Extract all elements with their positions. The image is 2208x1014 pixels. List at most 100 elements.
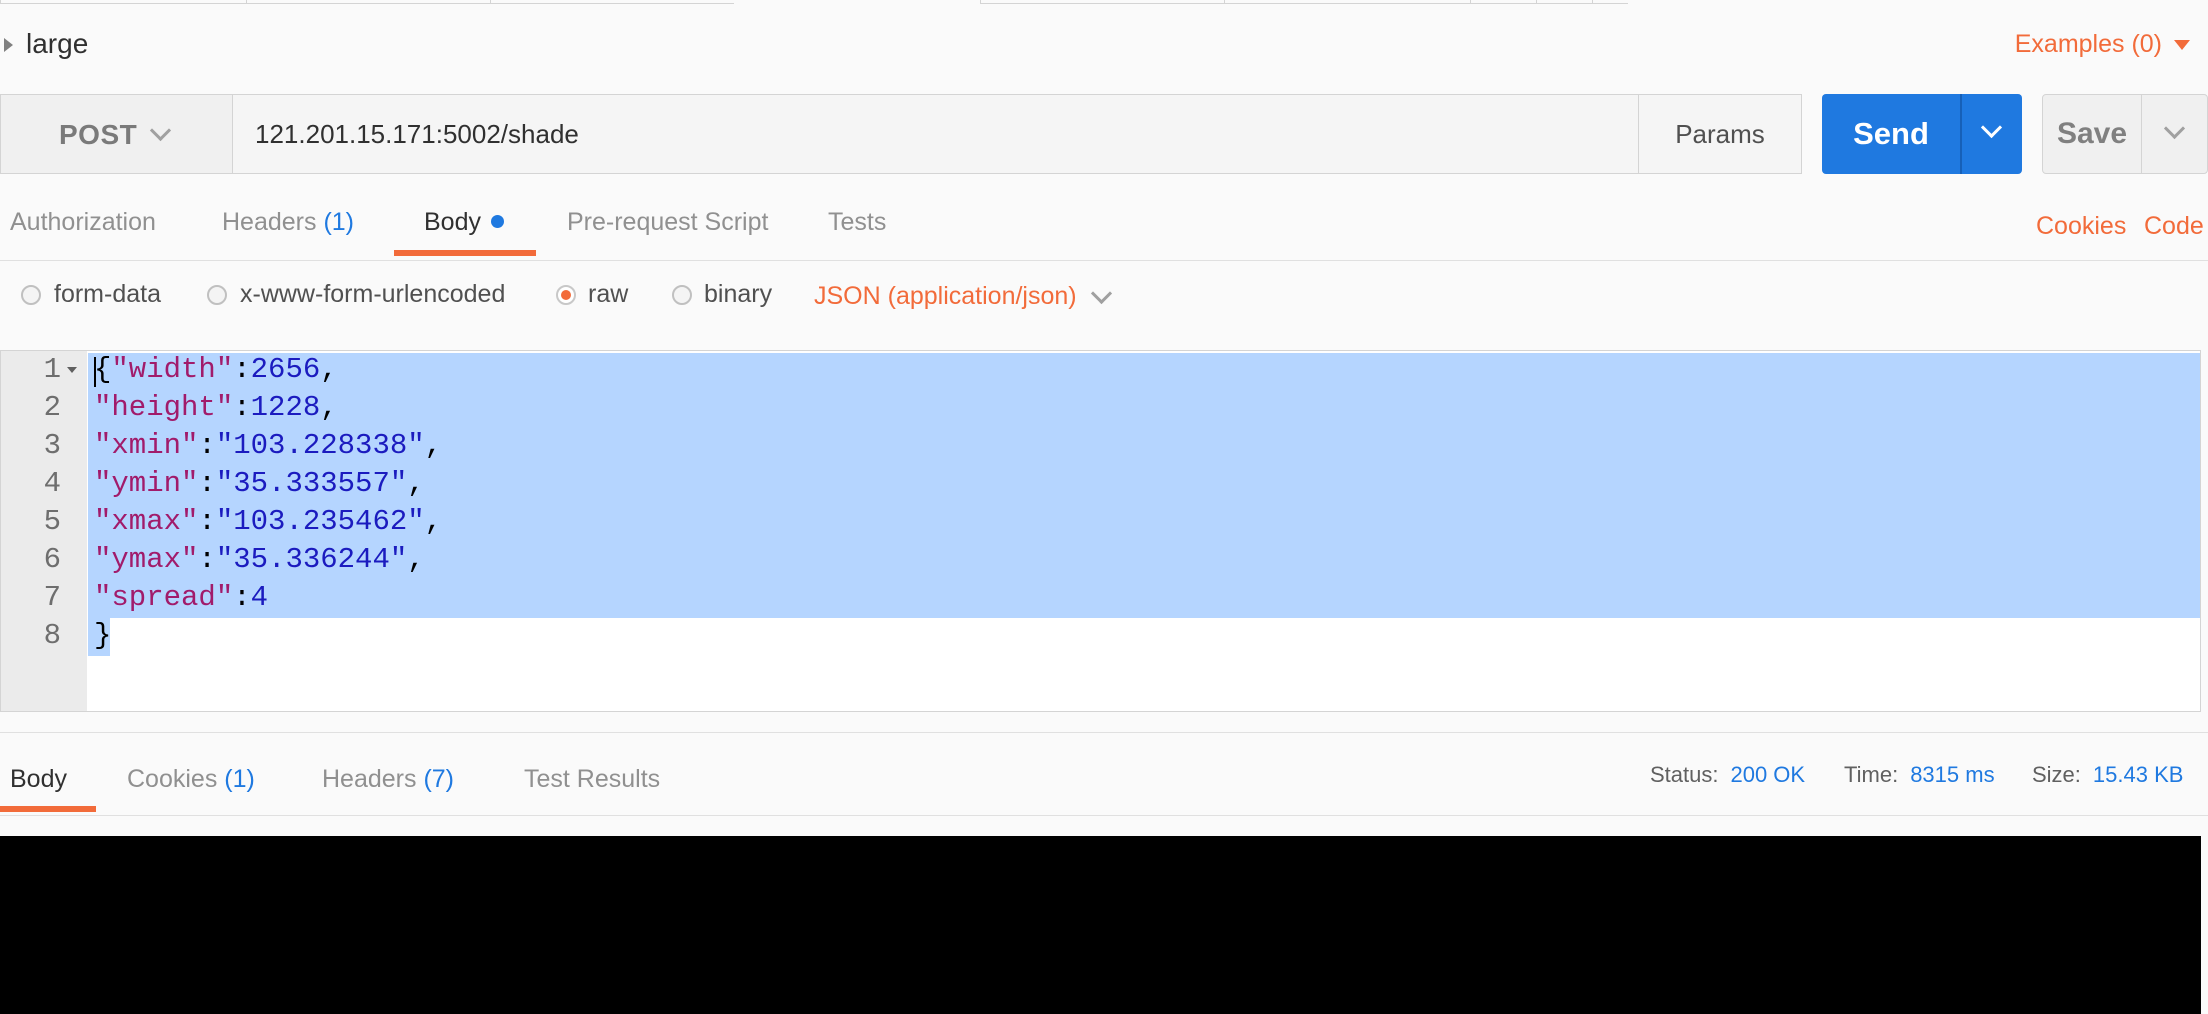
mode-label-raw[interactable]: raw (588, 280, 628, 309)
tab-label: Test Results (524, 765, 661, 793)
response-body-viewer[interactable] (0, 836, 2201, 1014)
send-options-button[interactable] (1962, 94, 2022, 174)
url-value: 121.201.15.171:5002/shade (255, 119, 579, 149)
radio-raw[interactable] (556, 285, 576, 305)
code-text: "height":1228, (94, 391, 338, 424)
tab-authorization[interactable]: Authorization (10, 208, 156, 237)
text-cursor (94, 357, 96, 387)
tab-pre-request-script[interactable]: Pre-request Script (567, 208, 768, 237)
request-tabs: Authorization Headers (1) Body Pre-reque… (0, 200, 2208, 261)
code-line: 5 "xmax":"103.235462", (1, 503, 2200, 541)
mode-label-binary[interactable]: binary (704, 280, 772, 309)
active-tab-indicator (0, 806, 96, 812)
tab-count: (7) (423, 765, 455, 793)
chevron-down-icon (149, 119, 172, 142)
line-number: 8 (43, 619, 61, 652)
size-value[interactable]: 15.43 KB (2093, 762, 2184, 787)
response-tab-cookies[interactable]: Cookies (1) (127, 765, 255, 794)
code-text: "spread":4 (94, 581, 269, 614)
response-tab-test-results[interactable]: Test Results (524, 765, 660, 794)
send-button[interactable]: Send (1822, 94, 1960, 174)
size-label: Size: (2032, 762, 2081, 787)
method-label: POST (59, 119, 138, 150)
open-tab[interactable] (490, 0, 734, 4)
tab-label: Tests (828, 208, 887, 236)
response-status: Status: 200 OK (1650, 762, 1805, 788)
tab-label: Cookies (127, 765, 218, 793)
chevron-down-icon (2163, 117, 2186, 140)
modified-dot-icon (490, 215, 504, 228)
tab-label: Headers (322, 765, 417, 793)
cookies-link[interactable]: Cookies (2036, 212, 2126, 241)
tab-label: Pre-request Script (567, 208, 769, 236)
code-line: 4 "ymin":"35.333557", (1, 465, 2200, 503)
code-text: } (94, 619, 112, 652)
tab-tests[interactable]: Tests (828, 208, 886, 237)
open-tab[interactable] (0, 0, 246, 4)
code-line: 2 "height":1228, (1, 389, 2200, 427)
open-tab[interactable] (1536, 0, 1592, 4)
examples-dropdown[interactable]: Examples (0) (2015, 30, 2190, 59)
tab-count: (1) (224, 765, 255, 793)
content-type-label: JSON (application/json) (814, 282, 1077, 310)
expand-caret-icon[interactable] (4, 38, 13, 52)
status-label: Status: (1650, 762, 1719, 787)
tab-headers[interactable]: Headers (1) (222, 208, 354, 237)
open-tab[interactable] (980, 0, 1224, 4)
time-value[interactable]: 8315 ms (1910, 762, 1994, 787)
radio-binary[interactable] (672, 285, 692, 305)
tab-label: Headers (222, 208, 317, 236)
line-number: 7 (43, 581, 61, 614)
response-size: Size: 15.43 KB (2032, 762, 2183, 788)
time-label: Time: (1844, 762, 1899, 787)
radio-form-data[interactable] (21, 285, 41, 305)
status-value[interactable]: 200 OK (1730, 762, 1805, 787)
line-number: 6 (43, 543, 61, 576)
open-tab[interactable] (246, 0, 490, 4)
line-number: 2 (43, 391, 61, 424)
response-tab-body[interactable]: Body (10, 765, 67, 794)
body-editor[interactable]: 1 {"width":2656, 2 "height":1228, 3 "xmi… (0, 350, 2201, 712)
active-tab-indicator (394, 250, 536, 256)
line-number: 1 (43, 353, 61, 386)
request-name[interactable]: large (26, 28, 88, 60)
tab-label: Body (10, 765, 67, 793)
tab-count: (1) (323, 208, 355, 236)
code-link[interactable]: Code (2144, 212, 2204, 241)
request-name-row: large Examples (0) (0, 20, 2208, 70)
code-line: 8 } (1, 617, 2200, 655)
tab-body[interactable]: Body (424, 208, 504, 237)
url-input[interactable]: 121.201.15.171:5002/shade (232, 94, 1639, 174)
code-line: 1 {"width":2656, (1, 351, 2200, 389)
code-text: {"width":2656, (94, 353, 338, 386)
open-tab[interactable] (1592, 0, 1628, 4)
content-type-select[interactable]: JSON (application/json) (814, 282, 1077, 311)
code-line: 3 "xmin":"103.228338", (1, 427, 2200, 465)
method-select[interactable]: POST (0, 94, 233, 174)
open-tab[interactable] (1224, 0, 1470, 4)
line-number: 5 (43, 505, 61, 538)
open-tab[interactable] (1470, 0, 1536, 4)
chevron-down-icon (1980, 116, 2003, 139)
top-tab-strip (0, 0, 2208, 5)
tab-label: Body (424, 208, 481, 236)
radio-urlencoded[interactable] (207, 285, 227, 305)
tab-label: Authorization (10, 208, 156, 236)
examples-label: Examples (0) (2014, 30, 2162, 58)
mode-label-urlencoded[interactable]: x-www-form-urlencoded (240, 280, 505, 309)
line-number: 3 (43, 429, 61, 462)
code-text: "ymin":"35.333557", (94, 467, 425, 500)
response-tab-headers[interactable]: Headers (7) (322, 765, 454, 794)
mode-label-form-data[interactable]: form-data (54, 280, 161, 309)
save-options-button[interactable] (2141, 94, 2208, 174)
caret-down-icon (2174, 40, 2190, 51)
code-line: 7 "spread":4 (1, 579, 2200, 617)
params-button[interactable]: Params (1638, 94, 1802, 174)
code-text: "xmax":"103.235462", (94, 505, 443, 538)
response-time: Time: 8315 ms (1844, 762, 1995, 788)
code-text: "ymax":"35.336244", (94, 543, 425, 576)
code-line: 6 "ymax":"35.336244", (1, 541, 2200, 579)
save-button[interactable]: Save (2042, 94, 2142, 174)
code-text: "xmin":"103.228338", (94, 429, 443, 462)
fold-caret-icon[interactable] (67, 367, 77, 373)
